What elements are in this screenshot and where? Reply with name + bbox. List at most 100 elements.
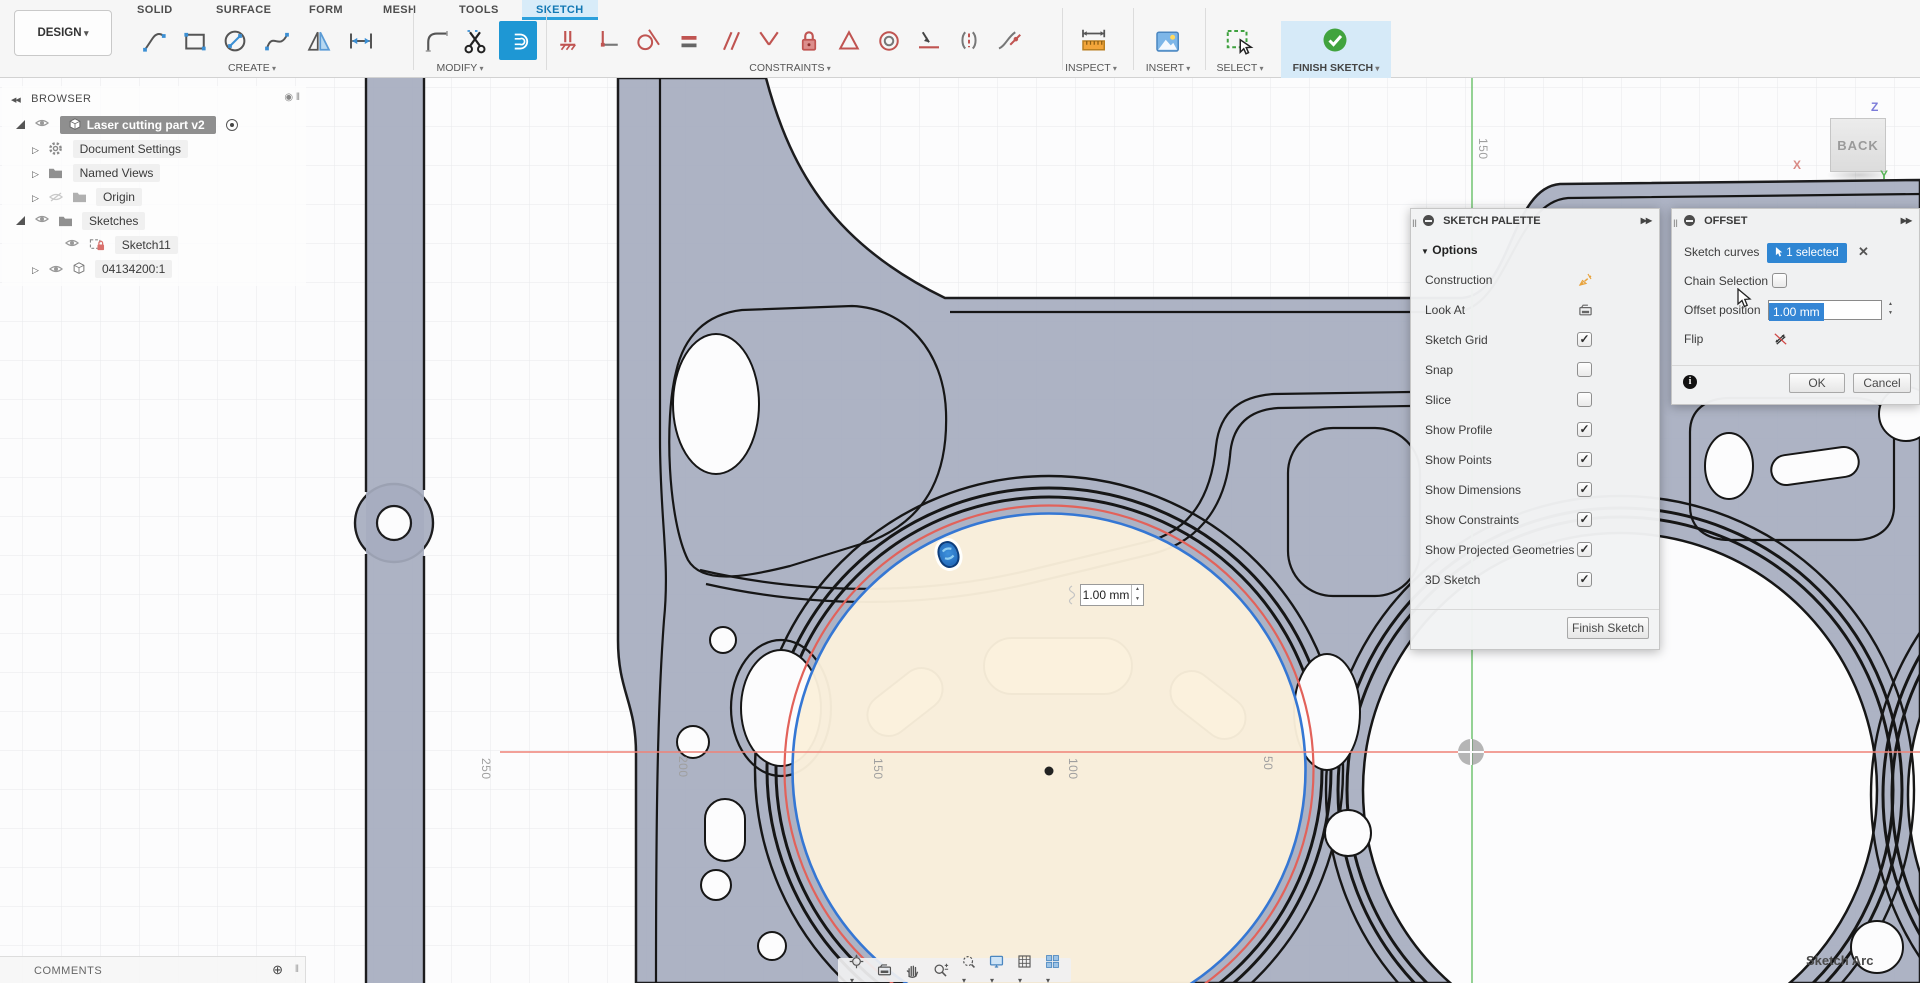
expanded-triangle-icon[interactable]	[16, 216, 25, 225]
activate-component-radio[interactable]	[226, 119, 238, 131]
insert-group-label[interactable]: INSERT	[1146, 62, 1191, 74]
horizontal-vertical-constraint-icon[interactable]	[592, 24, 626, 58]
cancel-button[interactable]: Cancel	[1853, 373, 1911, 393]
dimension-value[interactable]: 1.00 mm	[1081, 585, 1131, 605]
finish-sketch-icon[interactable]	[1318, 23, 1352, 57]
tree-item-document-settings[interactable]: ▷ Document Settings	[32, 138, 188, 160]
circle-tool-icon[interactable]	[218, 24, 252, 58]
tab-sketch[interactable]: SKETCH	[522, 0, 598, 20]
comments-bar[interactable]: COMMENTS ⊕ ‖	[0, 956, 306, 983]
collapsed-triangle-icon[interactable]: ▷	[32, 265, 39, 275]
dimension-tool-icon[interactable]	[344, 24, 378, 58]
zoom-window-icon[interactable]	[960, 953, 977, 983]
axis-y-label[interactable]: Y	[1880, 168, 1888, 182]
tab-tools[interactable]: TOOLS	[459, 0, 499, 20]
create-group-label[interactable]: CREATE	[228, 62, 276, 74]
lock-constraint-icon[interactable]	[792, 24, 826, 58]
panel-expand-icon[interactable]: ▶▶	[1641, 209, 1651, 233]
pan-icon[interactable]	[904, 962, 921, 979]
finish-sketch-button[interactable]: Finish Sketch	[1567, 617, 1649, 639]
tree-item-sketches[interactable]: Sketches	[16, 210, 145, 232]
clear-selection-icon[interactable]: ✕	[1858, 241, 1869, 263]
modify-group-label[interactable]: MODIFY	[436, 62, 483, 74]
insert-image-icon[interactable]	[1150, 24, 1184, 58]
grid-settings-icon[interactable]	[1016, 953, 1033, 983]
eye-off-icon[interactable]	[48, 191, 64, 203]
chain-selection-checkbox[interactable]	[1772, 273, 1787, 288]
perpendicular-constraint-icon[interactable]	[752, 24, 786, 58]
midpoint-constraint-icon[interactable]	[912, 24, 946, 58]
measure-tool-icon[interactable]	[1076, 24, 1110, 58]
panel-grip[interactable]: ‖	[1673, 213, 1678, 237]
eye-icon[interactable]	[34, 117, 50, 129]
look-at-icon[interactable]	[876, 962, 893, 979]
arc-tool-icon[interactable]	[138, 24, 172, 58]
zoom-icon[interactable]	[932, 962, 949, 979]
display-settings-icon[interactable]	[988, 953, 1005, 983]
offset-position-spinner[interactable]: ▲▼	[1885, 300, 1896, 320]
collapsed-triangle-icon[interactable]: ▷	[32, 145, 39, 155]
axis-x-label[interactable]: X	[1793, 158, 1801, 172]
tree-item-root[interactable]: Laser cutting part v2	[16, 114, 238, 136]
orbit-icon[interactable]	[848, 953, 865, 983]
equal-constraint-icon[interactable]	[672, 24, 706, 58]
workspace-switcher[interactable]: DESIGN	[14, 10, 112, 56]
fillet-tool-icon[interactable]	[420, 24, 454, 58]
viewports-icon[interactable]	[1044, 953, 1061, 983]
part-left-strip[interactable]	[355, 78, 433, 983]
tree-item-component[interactable]: ▷ 04134200:1	[32, 258, 172, 280]
add-comment-icon[interactable]: ⊕	[272, 957, 283, 983]
finish-sketch-label[interactable]: FINISH SKETCH	[1293, 62, 1380, 74]
show-projected-geometries-checkbox[interactable]: ✓	[1577, 542, 1592, 557]
offset-dimension-input[interactable]: 1.00 mm ▲▼	[1080, 584, 1144, 606]
show-constraints-checkbox[interactable]: ✓	[1577, 512, 1592, 527]
fix-constraint-icon[interactable]	[552, 24, 586, 58]
trim-tool-icon[interactable]	[458, 24, 492, 58]
panel-grip[interactable]: ‖	[1412, 213, 1417, 237]
options-section-header[interactable]: ▼ Options	[1421, 239, 1478, 263]
bore-center-point[interactable]	[1045, 767, 1054, 776]
panel-expand-icon[interactable]: ▶▶	[1901, 209, 1911, 233]
tangent-constraint-icon[interactable]	[632, 24, 666, 58]
panel-dock-icon[interactable]	[1423, 215, 1434, 226]
look-at-icon[interactable]	[1577, 302, 1594, 325]
snap-checkbox[interactable]	[1577, 362, 1592, 377]
ok-button[interactable]: OK	[1789, 373, 1845, 393]
construction-icon[interactable]	[1577, 272, 1594, 295]
panel-dock-icon[interactable]	[1684, 215, 1695, 226]
parallel-constraint-icon[interactable]	[712, 24, 746, 58]
browser-header-handle[interactable]: ◉ ‖	[284, 86, 300, 110]
finish-sketch-block[interactable]: FINISH SKETCH	[1281, 21, 1391, 78]
viewcube[interactable]: BACK	[1830, 118, 1886, 172]
sketch-grid-checkbox[interactable]: ✓	[1577, 332, 1592, 347]
collapsed-triangle-icon[interactable]: ▷	[32, 169, 39, 179]
eye-icon[interactable]	[64, 237, 80, 249]
select-group-label[interactable]: SELECT	[1216, 62, 1263, 74]
constraints-group-label[interactable]: CONSTRAINTS	[749, 62, 831, 74]
curvature-constraint-icon[interactable]	[952, 24, 986, 58]
symmetry-constraint-icon[interactable]	[832, 24, 866, 58]
flip-icon[interactable]	[1772, 331, 1789, 354]
smooth-constraint-icon[interactable]	[992, 24, 1026, 58]
offset-tool-icon-active[interactable]	[499, 21, 537, 60]
3d-sketch-checkbox[interactable]: ✓	[1577, 572, 1592, 587]
spline-tool-icon[interactable]	[260, 24, 294, 58]
rectangle-tool-icon[interactable]	[178, 24, 212, 58]
offset-dialog-header[interactable]: ‖ OFFSET ▶▶	[1672, 209, 1919, 233]
eye-icon[interactable]	[34, 213, 50, 225]
tab-form[interactable]: FORM	[309, 0, 343, 20]
dimension-spinner[interactable]: ▲▼	[1131, 585, 1143, 605]
tab-surface[interactable]: SURFACE	[216, 0, 271, 20]
mirror-tool-icon[interactable]	[302, 24, 336, 58]
tree-item-named-views[interactable]: ▷ Named Views	[32, 162, 160, 184]
selection-chip[interactable]: 1 selected	[1767, 243, 1847, 263]
select-tool-icon[interactable]	[1222, 24, 1256, 58]
show-dimensions-checkbox[interactable]: ✓	[1577, 482, 1592, 497]
browser-collapse-icon[interactable]: ◀◀	[11, 97, 20, 104]
origin-point[interactable]	[1458, 739, 1484, 765]
axis-z-label[interactable]: Z	[1871, 100, 1878, 114]
inspect-group-label[interactable]: INSPECT	[1065, 62, 1117, 74]
tab-solid[interactable]: SOLID	[137, 0, 173, 20]
collapsed-triangle-icon[interactable]: ▷	[32, 193, 39, 203]
tree-item-origin[interactable]: ▷ Origin	[32, 186, 142, 208]
